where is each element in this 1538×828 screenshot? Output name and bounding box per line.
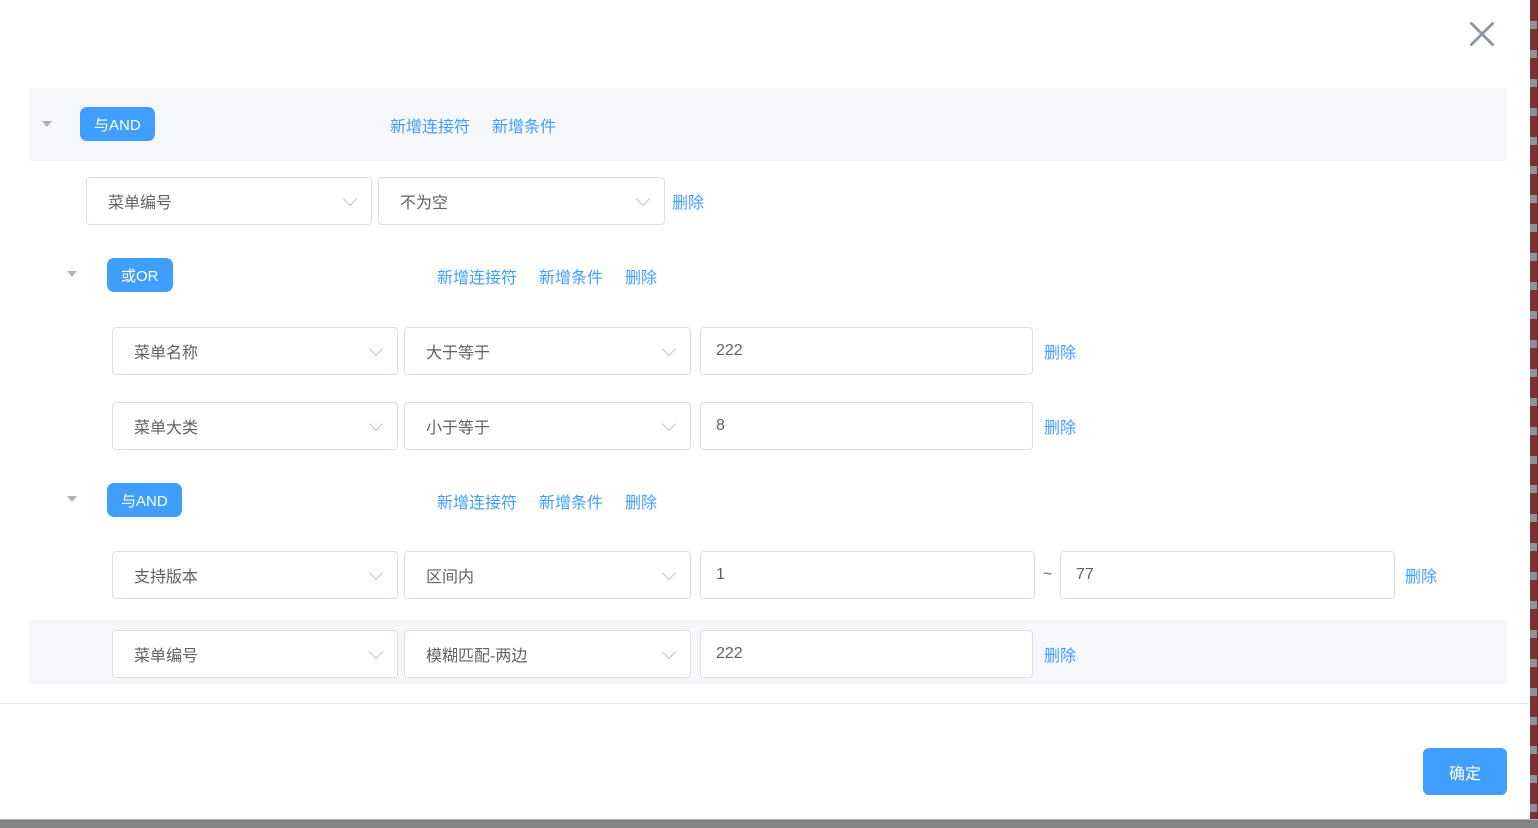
- value-input[interactable]: [700, 630, 1033, 678]
- delete-condition-link[interactable]: 删除: [1405, 563, 1437, 587]
- chevron-down-icon: [369, 645, 383, 659]
- condition-row: 支持版本 区间内 ~ 删除: [112, 551, 1437, 599]
- chevron-down-icon: [369, 417, 383, 431]
- value-input[interactable]: [700, 402, 1033, 450]
- operator-select[interactable]: 区间内: [404, 551, 691, 599]
- condition-row: 菜单名称 大于等于 删除: [112, 327, 1076, 375]
- collapse-caret-icon[interactable]: [42, 121, 52, 127]
- close-icon[interactable]: [1462, 14, 1502, 54]
- add-connector-link[interactable]: 新增连接符: [390, 113, 470, 137]
- add-connector-link[interactable]: 新增连接符: [437, 489, 517, 513]
- add-connector-link[interactable]: 新增连接符: [437, 264, 517, 288]
- collapse-caret-icon[interactable]: [67, 271, 77, 277]
- operator-select[interactable]: 大于等于: [404, 327, 691, 375]
- or-group-actions: 新增连接符 新增条件 删除: [437, 258, 657, 293]
- field-select[interactable]: 菜单大类: [112, 402, 398, 450]
- condition-row: 菜单大类 小于等于 删除: [112, 402, 1076, 450]
- connector-badge-root[interactable]: 与AND: [80, 107, 155, 141]
- root-group-actions: 新增连接符 新增条件: [390, 107, 556, 142]
- connector-badge-or[interactable]: 或OR: [107, 258, 173, 292]
- footer-divider: [0, 703, 1529, 704]
- close-x-glyph: [1466, 18, 1498, 50]
- condition-row: 菜单编号 不为空 删除: [86, 177, 704, 225]
- delete-condition-link[interactable]: 删除: [1044, 414, 1076, 438]
- field-select[interactable]: 菜单编号: [112, 630, 398, 678]
- chevron-down-icon: [662, 417, 676, 431]
- range-to-input[interactable]: [1060, 551, 1395, 599]
- operator-select[interactable]: 模糊匹配-两边: [404, 630, 691, 678]
- chevron-down-icon: [636, 192, 650, 206]
- range-from-input[interactable]: [700, 551, 1035, 599]
- add-condition-link[interactable]: 新增条件: [539, 489, 603, 513]
- root-group-header-band: [30, 88, 1506, 161]
- confirm-button[interactable]: 确定: [1423, 748, 1507, 795]
- condition-row: 菜单编号 模糊匹配-两边 删除: [112, 630, 1076, 678]
- delete-condition-link[interactable]: 删除: [1044, 642, 1076, 666]
- chevron-down-icon: [369, 342, 383, 356]
- chevron-down-icon: [662, 342, 676, 356]
- add-condition-link[interactable]: 新增条件: [492, 113, 556, 137]
- chevron-down-icon: [369, 566, 383, 580]
- filter-builder-dialog: 与AND 新增连接符 新增条件 菜单编号 不为空 删除 或OR 新增连接符 新增…: [0, 0, 1538, 828]
- range-tilde: ~: [1035, 566, 1060, 584]
- chevron-down-icon: [662, 645, 676, 659]
- connector-badge-and[interactable]: 与AND: [107, 483, 182, 517]
- and-group-actions: 新增连接符 新增条件 删除: [437, 483, 657, 518]
- operator-select[interactable]: 不为空: [378, 177, 665, 225]
- operator-select[interactable]: 小于等于: [404, 402, 691, 450]
- delete-group-link[interactable]: 删除: [625, 489, 657, 513]
- field-select[interactable]: 菜单编号: [86, 177, 372, 225]
- add-condition-link[interactable]: 新增条件: [539, 264, 603, 288]
- field-select[interactable]: 支持版本: [112, 551, 398, 599]
- value-input[interactable]: [700, 327, 1033, 375]
- chevron-down-icon: [662, 566, 676, 580]
- delete-group-link[interactable]: 删除: [625, 264, 657, 288]
- delete-condition-link[interactable]: 删除: [1044, 339, 1076, 363]
- field-select[interactable]: 菜单名称: [112, 327, 398, 375]
- page-edge-strip: [1530, 0, 1538, 828]
- collapse-caret-icon[interactable]: [67, 496, 77, 502]
- delete-condition-link[interactable]: 删除: [672, 189, 704, 213]
- chevron-down-icon: [343, 192, 357, 206]
- window-bottom-bar: [0, 819, 1538, 828]
